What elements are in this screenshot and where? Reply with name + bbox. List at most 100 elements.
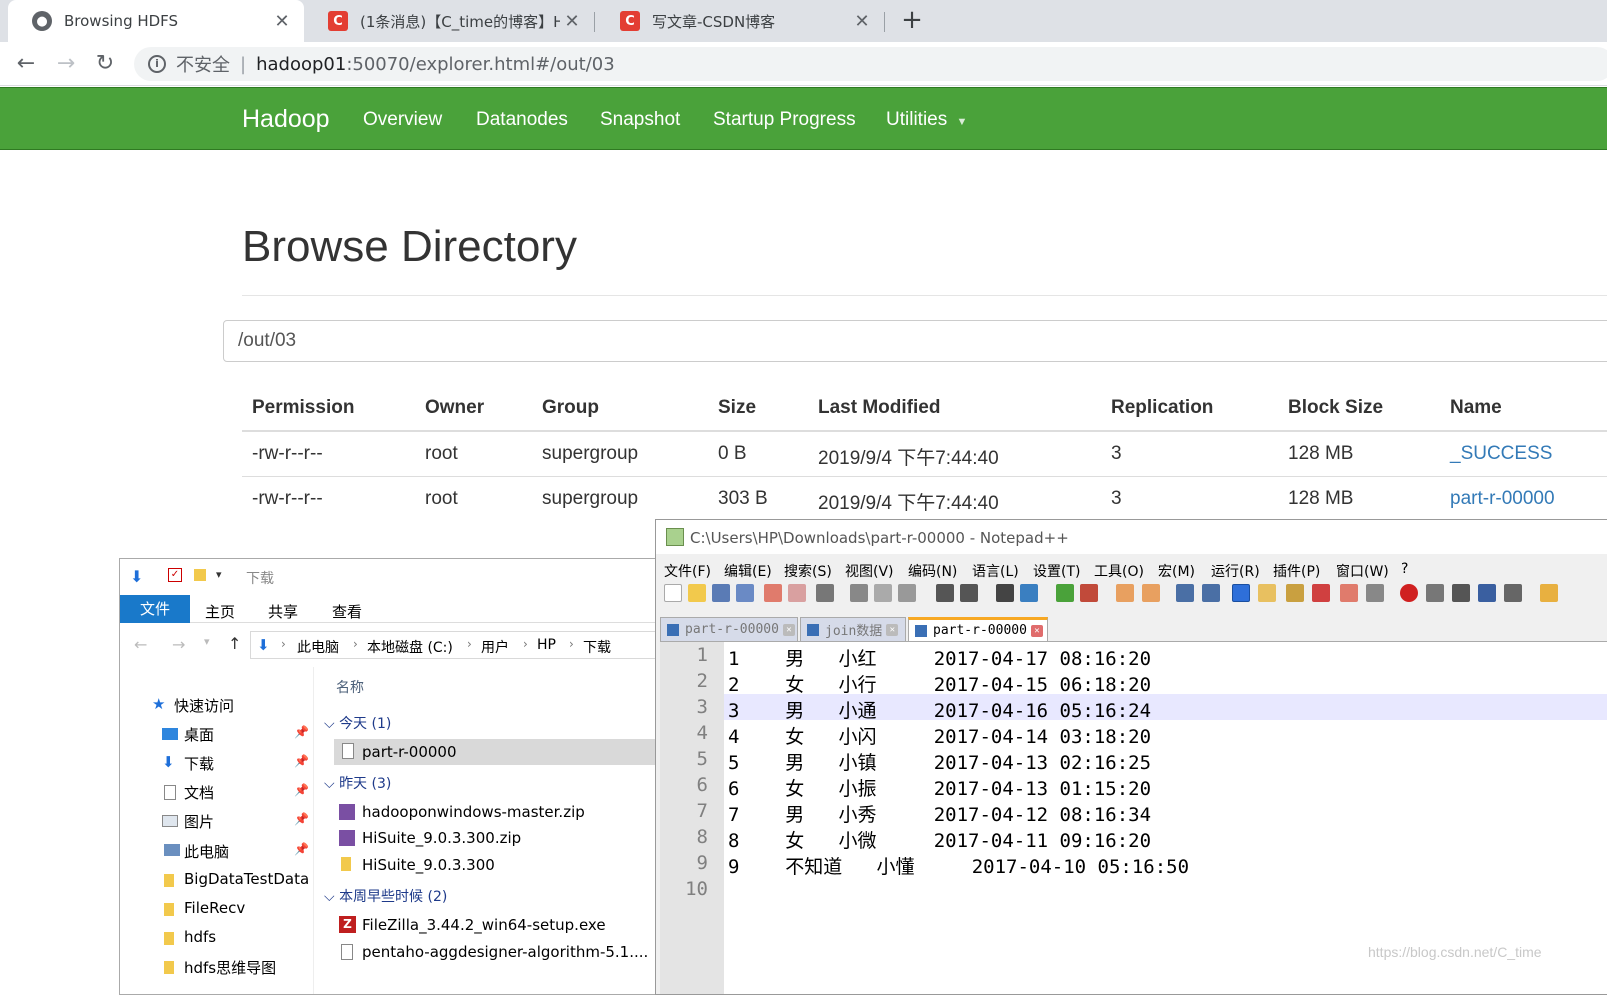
find-icon[interactable] bbox=[996, 584, 1014, 602]
menu-macro[interactable]: 宏(M) bbox=[1158, 561, 1195, 581]
menu-window[interactable]: 窗口(W) bbox=[1336, 561, 1389, 581]
udl-icon[interactable] bbox=[1258, 584, 1276, 602]
hadoop-brand[interactable]: Hadoop bbox=[242, 88, 330, 151]
pin-icon[interactable]: 📌 bbox=[294, 812, 309, 826]
save-icon[interactable] bbox=[712, 584, 730, 602]
address-bar[interactable]: i 不安全 | hadoop01 :50070/explorer.html#/o… bbox=[134, 47, 1607, 81]
directory-path-input[interactable]: /out/03 bbox=[223, 320, 1607, 362]
menu-help[interactable]: ? bbox=[1401, 561, 1408, 577]
tab-csdn-blog[interactable]: C (1条消息)【C_time的博客】HDF ✕ bbox=[304, 0, 594, 42]
column-header-name[interactable]: 名称 bbox=[336, 677, 364, 697]
editor-area[interactable]: 1 2 3 4 5 6 7 8 9 10 1 男 小红 2017-04-17 0… bbox=[660, 641, 1607, 994]
word-wrap-icon[interactable] bbox=[1176, 584, 1194, 602]
run-macro-multiple-icon[interactable] bbox=[1478, 584, 1496, 602]
close-icon[interactable]: ✕ bbox=[560, 11, 584, 32]
doc-map-icon[interactable] bbox=[1286, 584, 1304, 602]
group-header-yesterday[interactable]: ⌵ 昨天 (3) bbox=[324, 773, 391, 793]
forward-button[interactable]: → bbox=[52, 50, 80, 78]
record-macro-icon[interactable] bbox=[1400, 584, 1418, 602]
tab-browsing-hdfs[interactable]: ● Browsing HDFS ✕ bbox=[8, 0, 304, 42]
close-icon[interactable]: ✕ bbox=[1030, 624, 1043, 637]
monitor-icon[interactable] bbox=[1366, 584, 1384, 602]
breadcrumb-item[interactable]: 本地磁盘 (C:) bbox=[367, 637, 453, 657]
pin-icon[interactable]: 📌 bbox=[294, 783, 309, 797]
info-icon[interactable]: i bbox=[148, 55, 166, 73]
indent-guide-icon[interactable] bbox=[1232, 584, 1250, 602]
back-arrow-icon[interactable]: ← bbox=[134, 635, 147, 654]
save-macro-icon[interactable] bbox=[1504, 584, 1522, 602]
zoom-in-icon[interactable] bbox=[1056, 584, 1074, 602]
col-block-size[interactable]: Block Size bbox=[1288, 397, 1383, 419]
sync-vertical-icon[interactable] bbox=[1116, 584, 1134, 602]
menu-search[interactable]: 搜索(S) bbox=[784, 561, 832, 581]
play-macro-icon[interactable] bbox=[1452, 584, 1470, 602]
cut-icon[interactable] bbox=[850, 584, 868, 602]
show-all-chars-icon[interactable] bbox=[1202, 584, 1220, 602]
pin-icon[interactable]: 📌 bbox=[294, 842, 309, 856]
tab-part-r-00000-active[interactable]: part-r-00000 ✕ bbox=[908, 617, 1048, 641]
paste-icon[interactable] bbox=[898, 584, 916, 602]
undo-icon[interactable] bbox=[936, 584, 954, 602]
tab-join-data[interactable]: join数据 ✕ bbox=[800, 617, 906, 641]
menu-edit[interactable]: 编辑(E) bbox=[724, 561, 772, 581]
list-item[interactable]: part-r-00000 bbox=[334, 739, 658, 765]
nav-snapshot[interactable]: Snapshot bbox=[600, 88, 680, 151]
zoom-out-icon[interactable] bbox=[1080, 584, 1098, 602]
history-dropdown-icon[interactable]: ▾ bbox=[204, 635, 210, 648]
forward-arrow-icon[interactable]: → bbox=[172, 635, 185, 654]
col-group[interactable]: Group bbox=[542, 397, 599, 419]
group-header-this-week[interactable]: ⌵ 本周早些时候 (2) bbox=[324, 886, 447, 906]
breadcrumb-item[interactable]: HP bbox=[537, 637, 556, 653]
close-icon[interactable]: ✕ bbox=[782, 623, 795, 636]
tab-part-r-00000[interactable]: part-r-00000 ✕ bbox=[660, 617, 798, 641]
nav-startup-progress[interactable]: Startup Progress bbox=[713, 88, 856, 151]
nav-datanodes[interactable]: Datanodes bbox=[476, 88, 568, 151]
ribbon-tab-home[interactable]: 主页 bbox=[205, 601, 235, 622]
pin-icon[interactable]: 📌 bbox=[294, 725, 309, 739]
close-icon[interactable]: ✕ bbox=[270, 11, 294, 32]
ribbon-tab-share[interactable]: 共享 bbox=[268, 601, 298, 622]
breadcrumb-item[interactable]: 此电脑 bbox=[297, 637, 339, 657]
file-link[interactable]: _SUCCESS bbox=[1450, 443, 1552, 465]
col-permission[interactable]: Permission bbox=[252, 397, 354, 419]
nav-overview[interactable]: Overview bbox=[363, 88, 442, 151]
redo-icon[interactable] bbox=[960, 584, 978, 602]
col-owner[interactable]: Owner bbox=[425, 397, 484, 419]
menu-settings[interactable]: 设置(T) bbox=[1033, 561, 1080, 581]
properties-icon[interactable]: ✓ bbox=[168, 568, 182, 582]
breadcrumb-item[interactable]: 用户 bbox=[481, 637, 509, 657]
menu-run[interactable]: 运行(R) bbox=[1211, 561, 1260, 581]
close-file-icon[interactable] bbox=[764, 584, 782, 602]
menu-encoding[interactable]: 编码(N) bbox=[908, 561, 957, 581]
print-icon[interactable] bbox=[816, 584, 834, 602]
menu-tools[interactable]: 工具(O) bbox=[1094, 561, 1144, 581]
new-tab-button[interactable]: + bbox=[898, 6, 926, 34]
folder-workspace-icon[interactable] bbox=[1340, 584, 1358, 602]
stop-macro-icon[interactable] bbox=[1426, 584, 1444, 602]
open-folder-icon[interactable] bbox=[688, 584, 706, 602]
function-list-icon[interactable] bbox=[1312, 584, 1330, 602]
new-file-icon[interactable] bbox=[664, 584, 682, 602]
col-size[interactable]: Size bbox=[718, 397, 756, 419]
file-link[interactable]: part-r-00000 bbox=[1450, 488, 1555, 510]
close-icon[interactable]: ✕ bbox=[850, 11, 874, 32]
copy-icon[interactable] bbox=[874, 584, 892, 602]
col-last-modified[interactable]: Last Modified bbox=[818, 397, 940, 419]
breadcrumb-item[interactable]: 下载 bbox=[583, 637, 611, 657]
col-replication[interactable]: Replication bbox=[1111, 397, 1213, 419]
pin-icon[interactable]: 📌 bbox=[294, 754, 309, 768]
breadcrumb[interactable]: ⬇ 此电脑 本地磁盘 (C:) 用户 HP 下载 › › › › › bbox=[250, 631, 658, 659]
menu-file[interactable]: 文件(F) bbox=[664, 561, 711, 581]
quick-access-dropdown-icon[interactable]: ▾ bbox=[216, 568, 222, 581]
close-icon[interactable]: ✕ bbox=[886, 623, 899, 636]
menu-plugins[interactable]: 插件(P) bbox=[1273, 561, 1320, 581]
sync-horizontal-icon[interactable] bbox=[1142, 584, 1160, 602]
menu-language[interactable]: 语言(L) bbox=[972, 561, 1019, 581]
group-header-today[interactable]: ⌵ 今天 (1) bbox=[324, 713, 391, 733]
menu-view[interactable]: 视图(V) bbox=[845, 561, 894, 581]
reload-button[interactable]: ↻ bbox=[91, 50, 119, 78]
ribbon-tab-file[interactable]: 文件 bbox=[120, 595, 190, 623]
back-button[interactable]: ← bbox=[12, 50, 40, 78]
nav-utilities[interactable]: Utilities ▼ bbox=[886, 88, 967, 151]
replace-icon[interactable] bbox=[1020, 584, 1038, 602]
